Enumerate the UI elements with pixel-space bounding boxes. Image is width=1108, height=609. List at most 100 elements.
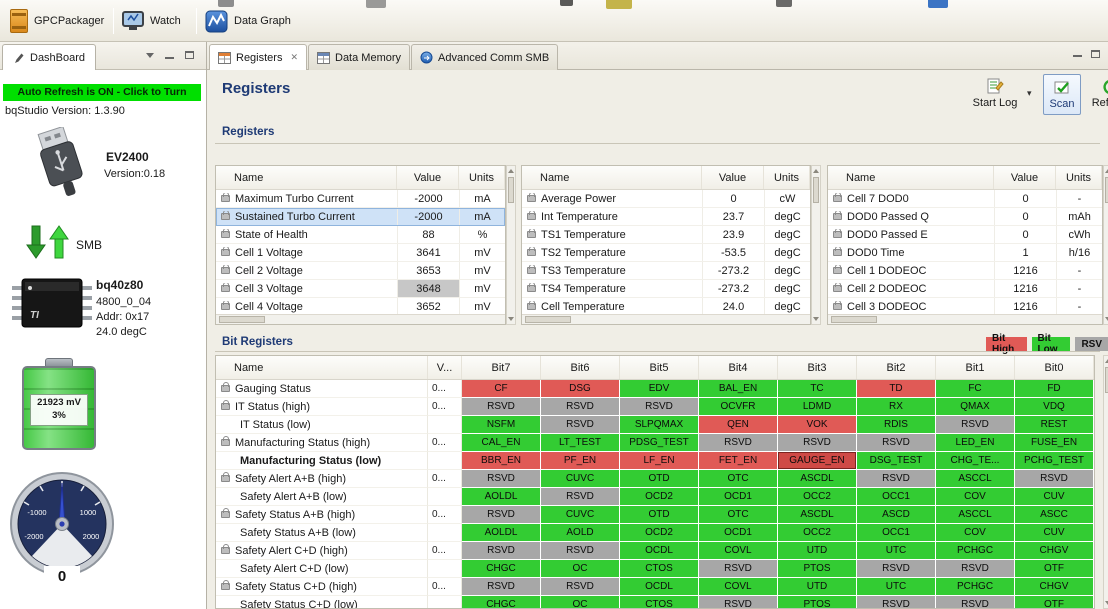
- bit-register-name: Manufacturing Status (high): [235, 436, 371, 449]
- bit-register-row[interactable]: Gauging Status 0... CF DSG EDV BAL_EN TC TD FC FD: [216, 380, 1094, 398]
- register-row[interactable]: Cell 1 DODEOC 1216-: [828, 262, 1102, 280]
- register-row[interactable]: TS3 Temperature -273.2 degC: [522, 262, 810, 280]
- bit-register-row[interactable]: Safety Alert C+D (high) 0... RSVD RSVD OCDL C…: [216, 542, 1094, 560]
- lock-icon: [221, 192, 230, 202]
- bit-cell-occ1: OCC1: [857, 524, 936, 542]
- register-units: mV: [459, 298, 505, 315]
- lock-icon: [221, 436, 230, 446]
- scan-button[interactable]: Scan: [1043, 74, 1081, 115]
- bit-cell-chgv: CHGV: [1015, 542, 1094, 560]
- device-chip-icon[interactable]: TI: [10, 274, 94, 334]
- bit-cell-ascc: ASCC: [1015, 506, 1094, 524]
- bit-cell-utc: UTC: [857, 578, 936, 596]
- register-row[interactable]: State of Health 88%: [216, 226, 505, 244]
- register-row[interactable]: Cell 2 Voltage 3653 mV: [216, 262, 505, 280]
- bit-cell-ctos: CTOS: [620, 560, 699, 578]
- horizontal-scrollbar[interactable]: [522, 314, 810, 324]
- register-row[interactable]: Maximum Turbo Current -2000 mA: [216, 190, 505, 208]
- register-value: 0: [994, 226, 1056, 243]
- bit-register-row[interactable]: Manufacturing Status (high) 0... CAL_EN LT_…: [216, 434, 1094, 452]
- bit-register-row[interactable]: Safety Status C+D (high) 0... RSVD RSVD OCDL…: [216, 578, 1094, 596]
- minimize-view-icon[interactable]: [1073, 54, 1082, 57]
- bit-register-name-cell: Safety Status C+D (high): [216, 578, 428, 596]
- register-row[interactable]: TS1 Temperature 23.9 degC: [522, 226, 810, 244]
- tab-registers[interactable]: Registers ✕: [209, 44, 308, 70]
- register-name-cell: Cell Temperature: [522, 300, 702, 313]
- register-row[interactable]: Int Temperature 23.7 degC: [522, 208, 810, 226]
- register-row[interactable]: Sustained Turbo Current -2000 mA: [216, 208, 505, 226]
- bit-register-row[interactable]: IT Status (low) NSFM RSVD SLPQMAX QEN VOK RDIS…: [216, 416, 1094, 434]
- vertical-scrollbar[interactable]: [811, 165, 821, 325]
- minimize-icon[interactable]: [165, 56, 174, 59]
- bit-cell-ocdl: OCDL: [620, 578, 699, 596]
- toolbar-gpcpackager-button[interactable]: GPCPackager: [4, 5, 110, 37]
- vertical-scrollbar[interactable]: [1103, 165, 1108, 325]
- close-tab-icon[interactable]: ✕: [290, 52, 298, 63]
- register-row[interactable]: Average Power 0 cW: [522, 190, 810, 208]
- register-row[interactable]: DOD0 Passed Q 0 mAh: [828, 208, 1102, 226]
- bit-cell-ocd2: OCD2: [620, 488, 699, 506]
- register-units: mV: [459, 280, 505, 297]
- bit-register-value: 0...: [428, 380, 462, 398]
- register-value: 1216: [994, 298, 1056, 315]
- auto-refresh-banner[interactable]: Auto Refresh is ON - Click to Turn: [3, 84, 201, 101]
- bit-register-row[interactable]: Safety Status A+B (low) AOLDL AOLD OCD2 OCD1…: [216, 524, 1094, 542]
- register-units: mA: [459, 190, 505, 207]
- register-value: 1: [994, 244, 1056, 261]
- bit-cell-pchgc: PCHGC: [936, 542, 1015, 560]
- partial-icon: [606, 0, 632, 9]
- register-row[interactable]: Cell 3 Voltage 3648 mV: [216, 280, 505, 298]
- lock-icon: [833, 246, 842, 256]
- refresh-label: Refresh: [1091, 97, 1108, 109]
- bit-cell-chgc: CHGC: [462, 596, 541, 608]
- register-value: -2000: [397, 208, 459, 225]
- usb-adapter-icon[interactable]: [20, 127, 102, 205]
- gpcpackager-icon: [10, 9, 28, 33]
- register-row[interactable]: DOD0 Time 1 h/16: [828, 244, 1102, 262]
- dashboard-tab[interactable]: DashBoard: [2, 44, 97, 70]
- tab-data-memory[interactable]: Data Memory: [308, 44, 411, 70]
- start-log-button[interactable]: Start Log: [965, 78, 1025, 109]
- bit-cell-tc: TC: [778, 380, 857, 398]
- bit-register-row[interactable]: Safety Status C+D (low) CHGC OC CTOS RSVD PTO…: [216, 596, 1094, 608]
- bit-register-row[interactable]: Manufacturing Status (low) BBR_EN PF_EN LF_…: [216, 452, 1094, 470]
- lock-icon: [221, 544, 230, 554]
- bit-cell-occ1: OCC1: [857, 488, 936, 506]
- view-menu-icon[interactable]: [146, 52, 154, 58]
- bit-register-row[interactable]: Safety Alert C+D (low) CHGC OC CTOS RSVD PTOS…: [216, 560, 1094, 578]
- toolbar-watch-button[interactable]: Watch: [116, 5, 187, 37]
- lock-icon: [833, 300, 842, 310]
- bit-cell-ascd: ASCD: [857, 506, 936, 524]
- start-log-dropdown-icon[interactable]: ▾: [1027, 88, 1032, 99]
- toolbar-data-graph-button[interactable]: Data Graph: [199, 5, 297, 37]
- vertical-scrollbar[interactable]: [506, 165, 516, 325]
- register-name: Cell 1 DODEOC: [847, 264, 927, 277]
- bit-register-value: [428, 596, 462, 608]
- vertical-scrollbar[interactable]: [1103, 355, 1108, 609]
- device-name: bq40z80: [96, 278, 144, 292]
- register-row[interactable]: TS2 Temperature -53.5 degC: [522, 244, 810, 262]
- horizontal-scrollbar[interactable]: [828, 314, 1102, 324]
- register-name-cell: Cell 3 DODEOC: [828, 300, 994, 313]
- maximize-icon[interactable]: [185, 51, 194, 59]
- bit-register-row[interactable]: Safety Alert A+B (low) AOLDL RSVD OCD2 OCD1 O…: [216, 488, 1094, 506]
- tab-advanced-comm-smb[interactable]: Advanced Comm SMB: [411, 44, 559, 70]
- register-name: DOD0 Passed E: [847, 228, 928, 241]
- register-row[interactable]: Cell 7 DOD0 0-: [828, 190, 1102, 208]
- bit-register-row[interactable]: IT Status (high) 0... RSVD RSVD RSVD OCVFR LDM…: [216, 398, 1094, 416]
- register-row[interactable]: DOD0 Passed E 0 cWh: [828, 226, 1102, 244]
- refresh-button[interactable]: Refresh: [1081, 78, 1108, 109]
- bit-register-row[interactable]: Safety Alert A+B (high) 0... RSVD CUVC OTD OT…: [216, 470, 1094, 488]
- bit-register-name: Safety Status A+B (high): [235, 508, 356, 521]
- bit-cell-qen: QEN: [699, 416, 778, 434]
- toolbar-separator: [113, 8, 114, 34]
- register-row[interactable]: Cell 1 Voltage 3641 mV: [216, 244, 505, 262]
- horizontal-scrollbar[interactable]: [216, 314, 505, 324]
- register-name-cell: State of Health: [216, 228, 397, 241]
- register-units: mV: [459, 262, 505, 279]
- restore-view-icon[interactable]: [1091, 50, 1100, 58]
- register-row[interactable]: Cell 2 DODEOC 1216-: [828, 280, 1102, 298]
- bit-register-row[interactable]: Safety Status A+B (high) 0... RSVD CUVC OTD O…: [216, 506, 1094, 524]
- bit-cell-rest: REST: [1015, 416, 1094, 434]
- register-row[interactable]: TS4 Temperature -273.2 degC: [522, 280, 810, 298]
